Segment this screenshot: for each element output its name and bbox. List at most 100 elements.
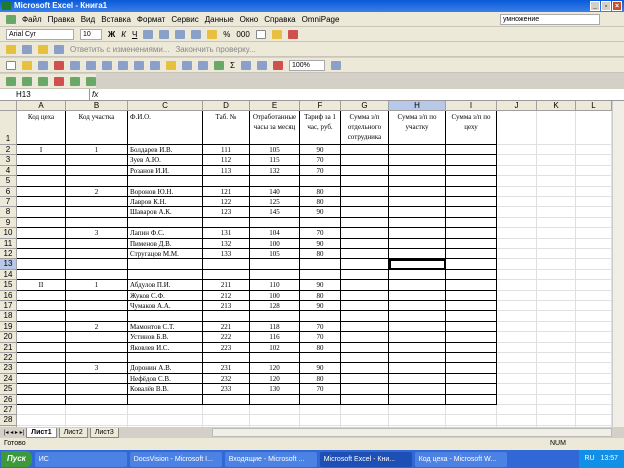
column-header-L[interactable]: L [576, 101, 612, 111]
cell-G10[interactable] [341, 228, 389, 239]
cell-L8[interactable] [576, 207, 612, 218]
cell-E18[interactable] [250, 311, 300, 322]
close-button[interactable]: × [612, 1, 622, 11]
cell-C20[interactable]: Устинов Б.В. [128, 332, 203, 343]
cell-K12[interactable] [537, 249, 576, 260]
column-header-K[interactable]: K [537, 101, 576, 111]
cell-B13[interactable] [66, 259, 128, 270]
row-header[interactable]: 28 [0, 415, 17, 426]
row-header[interactable]: 1 [0, 111, 17, 145]
row-header[interactable]: 17 [0, 301, 17, 312]
cell-A13[interactable] [17, 259, 66, 270]
cell-C2[interactable]: Болдарев И.В. [128, 145, 203, 156]
fx-icon[interactable]: fx [92, 89, 98, 101]
cell-F1[interactable]: Тариф за 1 час, руб. [300, 111, 341, 145]
row-header[interactable]: 8 [0, 207, 17, 218]
cell-E26[interactable] [250, 394, 300, 405]
cell-L27[interactable] [576, 405, 612, 416]
cell-A25[interactable] [17, 384, 66, 395]
cell-A23[interactable] [17, 363, 66, 374]
menu-item[interactable]: Окно [240, 15, 259, 24]
cell-J14[interactable] [497, 269, 537, 281]
cell-A15[interactable]: II [17, 280, 66, 291]
cell-I11[interactable] [446, 238, 497, 249]
cell-J5[interactable] [497, 176, 537, 187]
cell-H1[interactable]: Сумма з/п по участку [389, 111, 446, 145]
cell-B23[interactable]: 3 [66, 363, 128, 374]
column-header-E[interactable]: E [250, 101, 300, 111]
cell-E17[interactable]: 128 [250, 301, 300, 312]
cell-A7[interactable] [17, 197, 66, 208]
cell-H3[interactable] [389, 155, 446, 166]
cell-D28[interactable] [203, 415, 250, 426]
cell-D3[interactable]: 112 [203, 155, 250, 166]
cell-D12[interactable]: 133 [203, 249, 250, 260]
cell-J28[interactable] [497, 415, 537, 426]
cell-F20[interactable]: 70 [300, 332, 341, 343]
cell-D1[interactable]: Таб. № [203, 111, 250, 145]
cell-J12[interactable] [497, 249, 537, 260]
align-left-icon[interactable] [143, 29, 154, 39]
cell-C26[interactable] [128, 394, 203, 405]
cell-F13[interactable] [300, 259, 341, 270]
thousands-button[interactable]: 000 [236, 30, 249, 39]
menu-item[interactable]: Вставка [101, 15, 131, 24]
column-header-B[interactable]: B [66, 101, 128, 111]
cell-L13[interactable] [576, 259, 612, 270]
cell-F7[interactable]: 80 [300, 197, 341, 208]
cell-G16[interactable] [341, 290, 389, 301]
cell-J16[interactable] [497, 290, 537, 301]
cell-B22[interactable] [66, 353, 128, 364]
cell-J26[interactable] [497, 394, 537, 405]
row-header[interactable]: 18 [0, 311, 17, 322]
cell-K13[interactable] [537, 259, 576, 270]
cell-D16[interactable]: 212 [203, 290, 250, 301]
cell-I8[interactable] [446, 207, 497, 218]
cell-C14[interactable] [128, 269, 203, 281]
cell-C3[interactable]: Зуев А.Ю. [128, 155, 203, 166]
cell-K27[interactable] [537, 405, 576, 416]
cell-B20[interactable] [66, 332, 128, 343]
cell-H10[interactable] [389, 228, 446, 239]
cell-F10[interactable]: 70 [300, 228, 341, 239]
cell-F19[interactable]: 70 [300, 321, 341, 333]
cell-A11[interactable] [17, 238, 66, 249]
cell-D22[interactable] [203, 353, 250, 364]
tab-sheet1[interactable]: Лист1 [26, 427, 57, 438]
cell-A10[interactable] [17, 228, 66, 239]
review-icon[interactable] [22, 44, 32, 54]
cell-I19[interactable] [446, 321, 497, 333]
cell-A26[interactable] [17, 394, 66, 405]
cell-F3[interactable]: 70 [300, 155, 341, 166]
comment-icon[interactable] [54, 44, 64, 54]
cell-B11[interactable] [66, 238, 128, 249]
cell-L10[interactable] [576, 228, 612, 239]
cell-B28[interactable] [66, 415, 128, 426]
cell-H22[interactable] [389, 353, 446, 364]
cell-C8[interactable]: Шаваров А.К. [128, 207, 203, 218]
align-right-icon[interactable] [175, 29, 186, 39]
cell-L24[interactable] [576, 373, 612, 385]
sort-asc-icon[interactable] [240, 60, 251, 70]
cell-J25[interactable] [497, 384, 537, 395]
cell-A16[interactable] [17, 290, 66, 301]
cell-A14[interactable] [17, 269, 66, 281]
open-icon[interactable] [22, 60, 32, 70]
cell-I6[interactable] [446, 186, 497, 197]
cell-E3[interactable]: 115 [250, 155, 300, 166]
cell-J8[interactable] [497, 207, 537, 218]
row-header[interactable]: 23 [0, 363, 17, 374]
tab-nav-arrows[interactable]: |◂ ◂ ▸ ▸| [4, 429, 24, 436]
cut-icon[interactable] [118, 60, 128, 70]
cell-I22[interactable] [446, 353, 497, 364]
cell-E1[interactable]: Отработанные часы за месяц [250, 111, 300, 145]
cell-D5[interactable] [203, 176, 250, 187]
cell-B2[interactable]: 1 [66, 145, 128, 156]
cell-C11[interactable]: Пименов Д.В. [128, 238, 203, 249]
cell-K14[interactable] [537, 269, 576, 281]
cell-C24[interactable]: Нефёдов С.В. [128, 373, 203, 385]
borders-icon[interactable] [255, 29, 266, 39]
cell-L5[interactable] [576, 176, 612, 187]
cell-K20[interactable] [537, 332, 576, 343]
cell-E14[interactable] [250, 269, 300, 281]
